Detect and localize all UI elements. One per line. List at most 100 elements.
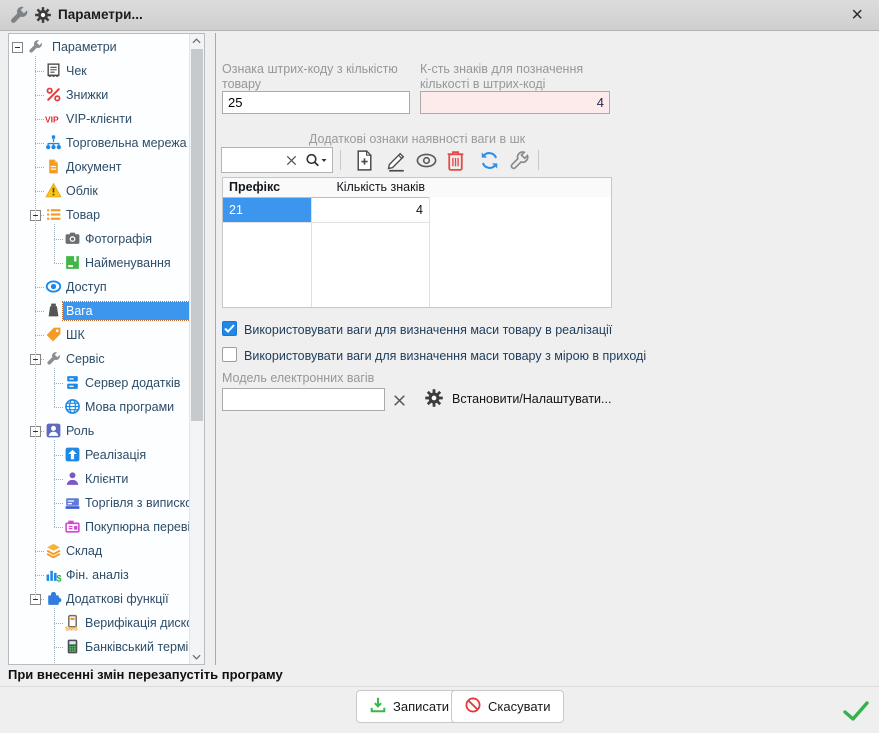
sidebar-item-label: Документ — [63, 158, 124, 176]
sidebar-item[interactable]: Склад — [9, 539, 204, 563]
sidebar-item[interactable]: Товар — [9, 203, 204, 227]
column-header-prefix[interactable]: Префікс — [223, 178, 311, 197]
sidebar-item[interactable]: Доступ — [9, 275, 204, 299]
add-record-button[interactable] — [350, 146, 378, 174]
footer-divider — [0, 686, 879, 687]
scrollbar-thumb[interactable] — [191, 49, 203, 421]
sidebar-item[interactable] — [9, 659, 204, 665]
sidebar-scrollbar[interactable] — [189, 34, 204, 664]
sidebar-item[interactable]: Мова програми — [9, 395, 204, 419]
sidebar-item[interactable]: VIPVIP-клієнти — [9, 107, 204, 131]
tree-rows: Параметри Чек Знижки VIPVIP-клієнтиТорговел… — [9, 34, 204, 664]
scroll-down-icon[interactable] — [190, 650, 203, 664]
confirm-check-icon[interactable] — [843, 701, 869, 721]
table-cell-prefix[interactable]: 21 — [223, 198, 311, 222]
sidebar-item[interactable]: $Фін. аналіз — [9, 563, 204, 587]
sidebar-item-label: Реалізація — [82, 446, 149, 464]
tree-connector — [35, 143, 44, 144]
tree-connector — [54, 263, 63, 264]
column-header-digits[interactable]: Кількість знаків — [311, 178, 429, 197]
tree-connector — [35, 119, 44, 120]
use-scales-sale-checkbox[interactable] — [222, 321, 237, 336]
sidebar-item-label: Параметри — [49, 38, 120, 56]
sidebar-item[interactable]: ШК — [9, 323, 204, 347]
tree-connector — [35, 167, 44, 168]
tree-trunk-line — [54, 608, 55, 665]
clear-model-icon[interactable] — [391, 392, 408, 409]
digits-count-input[interactable] — [420, 91, 610, 114]
sidebar-item[interactable]: Облік — [9, 179, 204, 203]
receipt-icon — [45, 62, 62, 79]
sidebar-item[interactable]: Торговельна мережа — [9, 131, 204, 155]
tree-trunk-line — [35, 56, 36, 599]
use-scales-income-checkbox[interactable] — [222, 347, 237, 362]
gear-icon[interactable] — [424, 388, 444, 408]
sidebar-item-label: Фотографія — [82, 230, 155, 248]
close-icon[interactable]: × — [851, 3, 863, 27]
panel-splitter[interactable] — [215, 33, 216, 665]
install-configure-link[interactable]: Встановити/Налаштувати... — [452, 392, 611, 406]
prefix-table: Префікс Кількість знаків 21 4 — [222, 177, 612, 308]
save-icon — [369, 696, 387, 717]
tree-connector — [35, 191, 44, 192]
use-scales-income-label: Використовувати ваги для визначення маси… — [244, 349, 646, 363]
sidebar-item[interactable]: Реалізація — [9, 443, 204, 467]
table-search-box — [221, 147, 333, 173]
sidebar-item[interactable]: Банківський термінал — [9, 635, 204, 659]
sidebar-item[interactable]: Покупюрна перевірка — [9, 515, 204, 539]
sidebar-item[interactable]: SMSВерифікація дисконтн — [9, 611, 204, 635]
register-magenta-icon — [64, 518, 81, 535]
scale-model-input[interactable] — [222, 388, 385, 411]
cancel-icon — [464, 696, 482, 717]
tree-connector — [35, 95, 44, 96]
sidebar-item[interactable]: Клієнти — [9, 467, 204, 491]
service-tools-button[interactable] — [505, 146, 533, 174]
table-cell-digits[interactable]: 4 — [311, 198, 429, 222]
view-record-button[interactable] — [412, 146, 440, 174]
sidebar-item-label: Доступ — [63, 278, 110, 296]
refresh-button[interactable] — [475, 146, 503, 174]
camera-icon — [64, 230, 81, 247]
sidebar-item-label: Клієнти — [82, 470, 131, 488]
clear-search-icon[interactable] — [284, 153, 299, 168]
sidebar-tree: Параметри Чек Знижки VIPVIP-клієнтиТорговел… — [8, 33, 205, 665]
sidebar-item[interactable]: Знижки — [9, 83, 204, 107]
sidebar-item[interactable]: Фотографія — [9, 227, 204, 251]
search-icon[interactable] — [304, 152, 330, 169]
search-input[interactable] — [225, 151, 285, 171]
tree-trunk-line — [54, 368, 55, 407]
sidebar-item[interactable]: Вага — [9, 299, 204, 323]
sidebar-item[interactable]: Сервер додатків — [9, 371, 204, 395]
save-button-label: Записати — [393, 699, 449, 714]
window-title: Параметри... — [58, 7, 143, 22]
sidebar-item[interactable]: Чек — [9, 59, 204, 83]
tree-connector — [35, 575, 44, 576]
expand-collapse-box[interactable] — [12, 42, 23, 53]
cancel-button[interactable]: Скасувати — [451, 690, 564, 723]
delete-record-button[interactable] — [441, 146, 469, 174]
tree-connector — [35, 287, 44, 288]
sidebar-item[interactable]: Параметри — [9, 35, 204, 59]
layers-icon — [45, 542, 62, 559]
toolbar-separator — [538, 150, 539, 170]
sidebar-item[interactable]: Документ — [9, 155, 204, 179]
scale-model-label: Модель електронних вагів — [222, 371, 442, 386]
sidebar-item[interactable]: Торгівля з випискою — [9, 491, 204, 515]
sidebar-item[interactable]: Додаткові функції — [9, 587, 204, 611]
title-bar: Параметри... × — [0, 0, 879, 31]
sidebar-item[interactable]: Роль — [9, 419, 204, 443]
weight-section-title: Додаткові ознаки наявності ваги в шк — [222, 132, 612, 146]
sidebar-item-label: Знижки — [63, 86, 111, 104]
sidebar-item[interactable]: Сервіс — [9, 347, 204, 371]
barcode-sign-input[interactable] — [222, 91, 410, 114]
wrench-icon — [8, 4, 30, 26]
sidebar-item[interactable]: Найменування — [9, 251, 204, 275]
scroll-up-icon[interactable] — [190, 34, 203, 48]
sidebar-item-label: Мова програми — [82, 398, 177, 416]
edit-record-button[interactable] — [382, 146, 410, 174]
save-button[interactable]: Записати — [356, 690, 462, 723]
gear-icon — [34, 6, 52, 24]
svg-text:VIP: VIP — [45, 114, 59, 124]
sidebar-item-label: Роль — [63, 422, 97, 440]
register-icon — [64, 494, 81, 511]
